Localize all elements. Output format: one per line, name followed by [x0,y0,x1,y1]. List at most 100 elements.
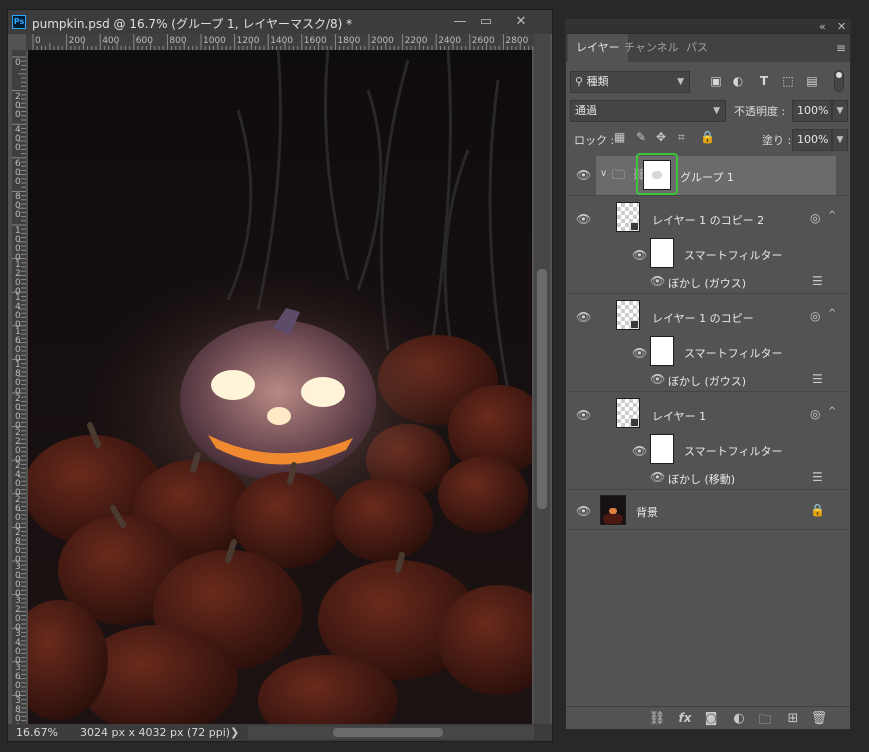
layer-name[interactable]: スマートフィルター [684,247,782,263]
visibility-eye-icon[interactable]: 👁 [576,212,591,226]
mask-icon[interactable]: ◙ [702,711,720,726]
collapse-effects-chevron-icon[interactable]: ^ [828,406,836,417]
visibility-eye-icon[interactable]: 👁 [632,346,647,360]
vertical-scrollbar[interactable] [534,34,550,724]
minimize-icon[interactable]: — [449,13,471,30]
ruler-tick-label: 1600 [303,36,327,46]
trash-icon[interactable]: 🗑 [810,711,828,726]
layer-row-smart-object[interactable]: 👁 レイヤー 1 ◎ ^ 👁 スマートフィルター 👁 ぼかし (移動) ☰ [566,392,850,490]
ruler-tick-label: 2400 [438,36,462,46]
document-window: Ps pumpkin.psd @ 16.7% (グループ 1, レイヤーマスク/… [7,9,553,742]
filter-kind-value: 種類 [586,75,609,88]
visibility-eye-icon[interactable]: 👁 [650,274,665,288]
opacity-input[interactable]: 100% [792,100,832,122]
lock-transparent-pixels-icon[interactable]: ▦ [614,130,625,144]
lock-artboard-icon[interactable]: ⌗ [678,130,685,145]
layer-name[interactable]: スマートフィルター [684,443,782,459]
fill-label: 塗り : [762,134,792,147]
type-filter-icon[interactable]: T [756,74,772,88]
ruler-tick-label: 1400 [270,36,294,46]
lock-image-pixels-icon[interactable]: ✎ [636,130,646,144]
ruler-tick-label: 1800 [337,36,361,46]
blend-mode-value: 通過 [575,104,597,117]
fx-icon[interactable]: fx [676,711,694,725]
status-menu-arrow-icon[interactable]: ❯ [230,726,239,739]
filter-blending-options-icon[interactable]: ☰ [812,470,823,484]
filter-name[interactable]: ぼかし (ガウス) [668,275,746,291]
layer-row-group[interactable]: 👁 ∨ 🗀 ⛓ グループ 1 [566,153,850,196]
visibility-eye-icon[interactable]: 👁 [576,408,591,422]
collapse-effects-chevron-icon[interactable]: ^ [828,210,836,221]
group-expand-chevron-icon[interactable]: ∨ [600,168,607,179]
ruler-tick-label: 2 2 0 0 [15,427,21,465]
filter-blending-options-icon[interactable]: ☰ [812,274,823,288]
opacity-dropdown-icon[interactable]: ▼ [832,100,848,122]
visibility-eye-icon[interactable]: 👁 [576,504,591,518]
layer-name[interactable]: スマートフィルター [684,345,782,361]
ruler-tick-label: 1 6 0 0 [15,326,21,364]
filter-name[interactable]: ぼかし (ガウス) [668,373,746,389]
layer-row-smart-object[interactable]: 👁 レイヤー 1 のコピー 2 ◎ ^ 👁 スマートフィルター 👁 ぼかし (ガ… [566,196,850,294]
fill-input[interactable]: 100% [792,129,832,151]
collapse-effects-chevron-icon[interactable]: ^ [828,308,836,319]
panel-menu-icon[interactable]: ≡ [836,41,846,55]
folder-icon[interactable]: 🗀 [756,711,774,733]
blend-mode-select[interactable]: 通過 ▼ [570,100,726,122]
visibility-eye-icon[interactable]: 👁 [576,310,591,324]
vertical-ruler[interactable]: 0 2 0 0 4 0 0 6 0 0 8 0 0 1 0 0 01 2 0 01 4 0… [12,50,26,724]
close-panel-icon[interactable]: ✕ [837,20,846,33]
layer-name[interactable]: レイヤー 1 のコピー [652,310,754,326]
document-title: pumpkin.psd @ 16.7% (グループ 1, レイヤーマスク/8) … [32,17,353,31]
adjustment-filter-icon[interactable]: ◐ [730,74,746,88]
ruler-tick-label: 3 0 0 0 [15,562,21,599]
smart-object-badge-icon [630,418,639,427]
layer-name[interactable]: レイヤー 1 のコピー 2 [652,212,764,228]
new-layer-icon[interactable]: ⊞ [784,711,802,726]
collapse-panels-icon[interactable]: « [819,20,826,33]
smart-object-icon: ◎ [810,407,821,421]
document-title-bar[interactable]: Ps pumpkin.psd @ 16.7% (グループ 1, レイヤーマスク/… [8,10,552,34]
layer-row-background[interactable]: 👁 背景 🔒 [566,490,850,530]
layer-row-smart-object[interactable]: 👁 レイヤー 1 のコピー ◎ ^ 👁 スマートフィルター 👁 ぼかし (ガウス… [566,294,850,392]
image-filter-icon[interactable]: ▣ [708,74,724,88]
tab-channels[interactable]: チャンネル [616,34,687,62]
layer-mask-thumbnail[interactable] [643,160,671,190]
horizontal-ruler[interactable]: 0 200 400 600 800 1000 1200 1400 1600 1800 2000 220… [26,34,538,50]
shape-filter-icon[interactable]: ⬚ [780,74,796,88]
vertical-scroll-thumb[interactable] [537,269,547,509]
zoom-level[interactable]: 16.67% [16,726,58,739]
filter-toggle[interactable] [834,70,844,92]
horizontal-scroll-thumb[interactable] [333,728,443,737]
tab-paths[interactable]: パス [678,34,716,62]
fill-dropdown-icon[interactable]: ▼ [832,129,848,151]
smart-object-icon: ◎ [810,309,821,323]
layer-name[interactable]: レイヤー 1 [652,408,706,424]
layer-name[interactable]: 背景 [636,504,658,520]
restore-icon[interactable]: ▭ [475,13,497,30]
ruler-tick-label: 2600 [471,36,495,46]
visibility-eye-icon[interactable]: 👁 [650,372,665,386]
ruler-tick-label: 600 [135,36,153,46]
layer-name[interactable]: グループ 1 [680,169,734,185]
link-icon[interactable]: ⛓ [648,711,666,726]
horizontal-scrollbar[interactable] [248,726,534,739]
canvas-image[interactable] [28,50,532,724]
ruler-tick-label: 200 [68,36,86,46]
visibility-eye-icon[interactable]: 👁 [650,470,665,484]
filter-name[interactable]: ぼかし (移動) [668,471,735,487]
ruler-tick-label: 6 0 0 [15,158,21,187]
visibility-eye-icon[interactable]: 👁 [632,248,647,262]
smart-object-badge-icon [630,320,639,329]
close-icon[interactable]: ✕ [510,13,532,30]
visibility-eye-icon[interactable]: 👁 [576,168,591,182]
lock-position-icon[interactable]: ✥ [656,130,666,144]
adjustment-icon[interactable]: ◐ [730,711,748,726]
lock-all-icon[interactable]: 🔒 [700,130,715,144]
ruler-tick-label: 3 2 0 0 [15,595,21,633]
filter-blending-options-icon[interactable]: ☰ [812,372,823,386]
panel-tabs: レイヤー チャンネル パス ≡ [566,34,850,62]
smart-object-filter-icon[interactable]: ▤ [804,74,820,88]
visibility-eye-icon[interactable]: 👁 [632,444,647,458]
layer-filter-select[interactable]: ⚲ 種類 ▼ [570,71,690,93]
smart-filter-mask-thumbnail [650,434,674,464]
